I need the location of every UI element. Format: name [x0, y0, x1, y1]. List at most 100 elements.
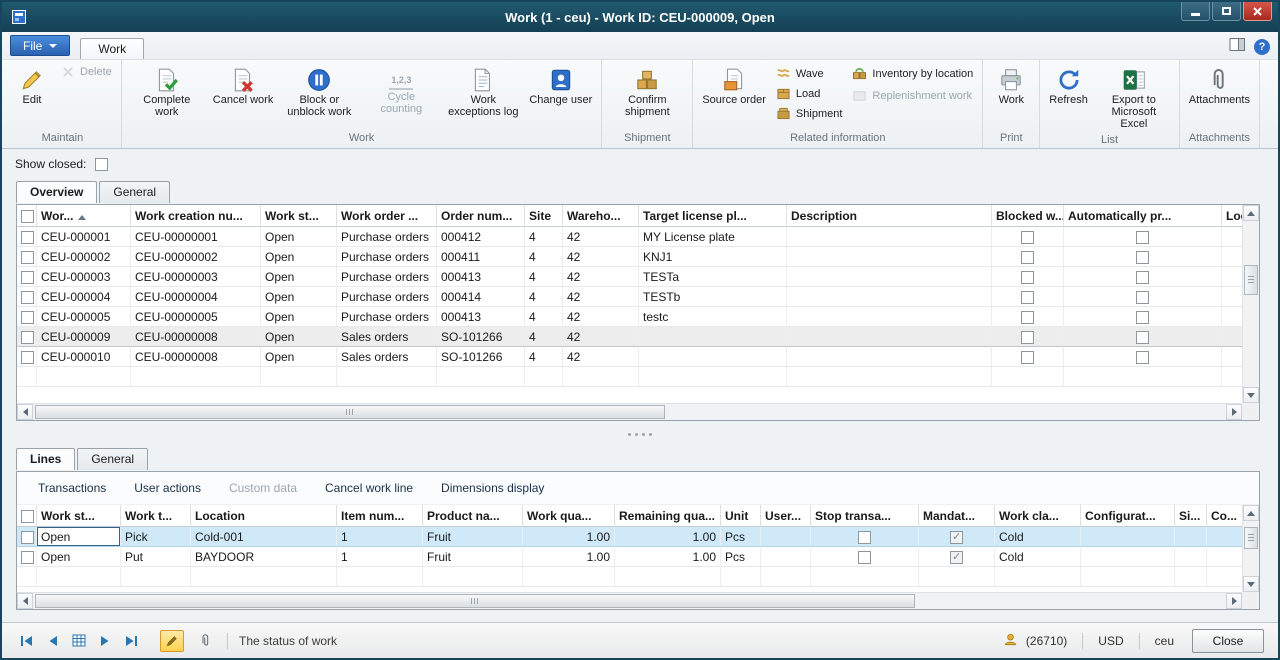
line-row-selected[interactable]: Open Pick Cold-001 1 Fruit 1.00 1.00 Pcs…	[17, 527, 1242, 547]
blocked-checkbox[interactable]	[1021, 311, 1034, 324]
currency-indicator[interactable]: USD	[1098, 634, 1123, 648]
cell-product-name[interactable]: Fruit	[423, 527, 523, 547]
cell-site[interactable]: 4	[525, 307, 563, 327]
scroll-thumb[interactable]	[35, 405, 665, 419]
row-checkbox[interactable]	[21, 231, 34, 244]
cell-description[interactable]	[787, 287, 992, 307]
cell-order-type[interactable]: Purchase orders	[337, 227, 437, 247]
cell-status[interactable]: Open	[261, 307, 337, 327]
cell-work-class[interactable]: Cold	[995, 547, 1081, 567]
cell-color[interactable]	[1207, 547, 1242, 567]
cell-blocked[interactable]	[992, 327, 1064, 347]
edit-button[interactable]: Edit	[9, 63, 55, 108]
row-checkbox[interactable]	[21, 551, 34, 564]
complete-work-button[interactable]: Complete work	[127, 63, 207, 120]
company-indicator[interactable]: ceu	[1155, 634, 1174, 648]
col-mandatory[interactable]: Mandat...	[919, 505, 995, 527]
cell-description[interactable]	[787, 267, 992, 287]
row-select-cell[interactable]	[17, 527, 37, 547]
col-configuration[interactable]: Configurat...	[1081, 505, 1175, 527]
blocked-checkbox[interactable]	[1021, 331, 1034, 344]
work-exceptions-log-button[interactable]: Work exceptions log	[443, 63, 523, 120]
confirm-shipment-button[interactable]: Confirm shipment	[607, 63, 687, 120]
cell-warehouse[interactable]: 42	[563, 347, 639, 367]
scroll-down-button[interactable]	[1243, 387, 1259, 403]
cell-status[interactable]: Open	[261, 287, 337, 307]
cell-site[interactable]: 4	[525, 227, 563, 247]
scroll-thumb[interactable]	[1244, 265, 1258, 295]
cell-blocked[interactable]	[992, 307, 1064, 327]
col-stop-transaction[interactable]: Stop transa...	[811, 505, 919, 527]
cell-line-status[interactable]: Open	[37, 547, 121, 567]
auto-checkbox[interactable]	[1136, 351, 1149, 364]
tab-overview[interactable]: Overview	[16, 181, 97, 203]
row-checkbox[interactable]	[21, 311, 34, 324]
cell-blocked[interactable]	[992, 287, 1064, 307]
auto-checkbox[interactable]	[1136, 231, 1149, 244]
close-button[interactable]: Close	[1192, 629, 1264, 653]
table-row-selected[interactable]: CEU-000009 CEU-00000008 Open Sales order…	[17, 327, 1242, 347]
auto-checkbox[interactable]	[1136, 311, 1149, 324]
row-select-cell[interactable]	[17, 267, 37, 287]
cell-creation[interactable]: CEU-00000008	[131, 327, 261, 347]
cycle-counting-button[interactable]: 1,2,3 Cycle counting	[361, 63, 441, 117]
row-select-cell[interactable]	[17, 327, 37, 347]
cell-auto[interactable]	[1064, 347, 1222, 367]
titlebar[interactable]: Work (1 - ceu) - Work ID: CEU-000009, Op…	[2, 2, 1278, 32]
replenishment-work-button[interactable]: Replenishment work	[848, 87, 977, 104]
cell-target-lp[interactable]: MY License plate	[639, 227, 787, 247]
dimensions-display-button[interactable]: Dimensions display	[430, 476, 555, 500]
table-row[interactable]: CEU-000002 CEU-00000002 Open Purchase or…	[17, 247, 1242, 267]
scroll-right-button[interactable]	[1226, 593, 1242, 609]
col-work-type[interactable]: Work t...	[121, 505, 191, 527]
col-target-license-plate[interactable]: Target license pl...	[639, 205, 787, 227]
select-all-checkbox[interactable]	[21, 510, 34, 523]
row-checkbox[interactable]	[21, 271, 34, 284]
col-color[interactable]: Co...	[1207, 505, 1242, 527]
blocked-checkbox[interactable]	[1021, 231, 1034, 244]
table-row[interactable]: CEU-000001 CEU-00000001 Open Purchase or…	[17, 227, 1242, 247]
cell-status[interactable]: Open	[261, 267, 337, 287]
cell-work-id[interactable]: CEU-000009	[37, 327, 131, 347]
cell-work-id[interactable]: CEU-000003	[37, 267, 131, 287]
blocked-checkbox[interactable]	[1021, 291, 1034, 304]
cell-configuration[interactable]	[1081, 547, 1175, 567]
cell-unit[interactable]: Pcs	[721, 547, 761, 567]
cell-auto[interactable]	[1064, 327, 1222, 347]
cell-order-type[interactable]: Sales orders	[337, 327, 437, 347]
row-select-cell[interactable]	[17, 227, 37, 247]
blocked-checkbox[interactable]	[1021, 351, 1034, 364]
row-select-cell[interactable]	[17, 247, 37, 267]
table-row[interactable]: CEU-000003 CEU-00000003 Open Purchase or…	[17, 267, 1242, 287]
cell-line-status[interactable]: Open	[37, 527, 121, 547]
cell-order-number[interactable]: SO-101266	[437, 327, 525, 347]
cell-status[interactable]: Open	[261, 247, 337, 267]
cell-auto[interactable]	[1064, 287, 1222, 307]
col-blocked[interactable]: Blocked w...	[992, 205, 1064, 227]
cell-color[interactable]	[1207, 527, 1242, 547]
grid-view-button[interactable]	[68, 631, 90, 651]
cell-warehouse[interactable]: 42	[563, 227, 639, 247]
col-work-qty[interactable]: Work qua...	[523, 505, 615, 527]
cell-blocked[interactable]	[992, 247, 1064, 267]
scroll-up-button[interactable]	[1243, 205, 1259, 221]
line-row[interactable]: Open Put BAYDOOR 1 Fruit 1.00 1.00 Pcs C…	[17, 547, 1242, 567]
transactions-button[interactable]: Transactions	[27, 476, 117, 500]
blocked-checkbox[interactable]	[1021, 271, 1034, 284]
col-site[interactable]: Site	[525, 205, 563, 227]
cell-site[interactable]: 4	[525, 347, 563, 367]
col-user[interactable]: User...	[761, 505, 811, 527]
cell-auto[interactable]	[1064, 307, 1222, 327]
cell-auto[interactable]	[1064, 227, 1222, 247]
file-menu-button[interactable]: File	[10, 35, 70, 56]
cell-location[interactable]: Cold-001	[191, 527, 337, 547]
cell-warehouse[interactable]: 42	[563, 287, 639, 307]
cell-target-lp[interactable]: TESTb	[639, 287, 787, 307]
cell-mandatory[interactable]	[919, 527, 995, 547]
cell-creation[interactable]: CEU-00000008	[131, 347, 261, 367]
col-work-class[interactable]: Work cla...	[995, 505, 1081, 527]
scroll-right-button[interactable]	[1226, 404, 1242, 420]
cell-warehouse[interactable]: 42	[563, 307, 639, 327]
cell-work-id[interactable]: CEU-000004	[37, 287, 131, 307]
cell-size[interactable]	[1175, 527, 1207, 547]
